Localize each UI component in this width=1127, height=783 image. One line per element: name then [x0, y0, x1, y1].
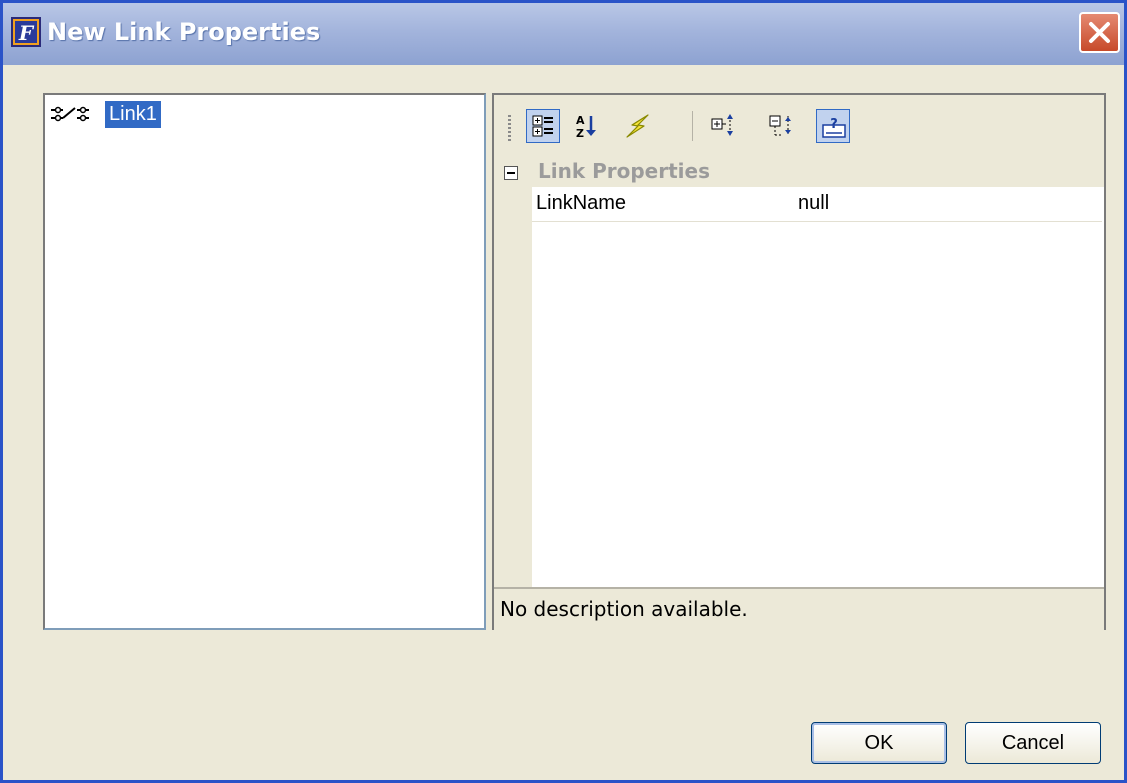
sort-alphabetical-icon: A Z [576, 114, 596, 139]
property-row[interactable]: LinkName null [532, 189, 1102, 222]
toolbar-separator [692, 111, 693, 141]
window-title: New Link Properties [47, 18, 321, 46]
dialog-window: F New Link Properties Link1 A Z ? Link P… [0, 0, 1127, 783]
close-button[interactable] [1079, 12, 1120, 53]
collapse-all-button[interactable] [764, 109, 798, 143]
property-name: LinkName [536, 192, 627, 214]
expand-all-button[interactable] [706, 109, 740, 143]
events-lightning-icon [626, 114, 649, 138]
sort-alphabetical-button[interactable]: A Z [570, 109, 604, 143]
svg-text:A: A [576, 114, 585, 127]
categorized-icon [532, 115, 553, 137]
tree-item-label: Link1 [105, 101, 161, 128]
help-description-icon: ? [822, 117, 846, 138]
close-icon [1089, 22, 1110, 43]
categorized-button[interactable] [526, 109, 560, 143]
link-tree-panel[interactable]: Link1 [43, 93, 486, 630]
events-button[interactable] [620, 109, 654, 143]
grid-margin [494, 157, 532, 587]
property-grid: A Z ? Link Properties LinkName null No d… [492, 93, 1106, 630]
property-toolbar: A Z ? [494, 95, 1104, 158]
show-description-button[interactable]: ? [816, 109, 850, 143]
expand-all-icon [711, 114, 733, 136]
title-bar[interactable]: F New Link Properties [3, 3, 1124, 65]
cancel-button[interactable]: Cancel [965, 722, 1101, 764]
property-value[interactable]: null [798, 192, 829, 215]
property-grid-body[interactable]: Link Properties LinkName null [494, 157, 1104, 587]
toolbar-grip[interactable] [508, 115, 511, 143]
svg-text:?: ? [830, 117, 838, 132]
svg-text:Z: Z [576, 127, 584, 139]
link-icon [49, 105, 93, 127]
collapse-all-icon [769, 115, 791, 136]
category-row[interactable]: Link Properties [494, 157, 1104, 187]
description-text: No description available. [500, 597, 748, 621]
category-label: Link Properties [538, 159, 710, 183]
svg-text:F: F [18, 21, 35, 45]
ok-button[interactable]: OK [811, 722, 947, 764]
app-logo-icon: F [11, 17, 41, 47]
description-pane: No description available. [494, 587, 1104, 630]
collapse-category-icon[interactable] [504, 165, 518, 184]
